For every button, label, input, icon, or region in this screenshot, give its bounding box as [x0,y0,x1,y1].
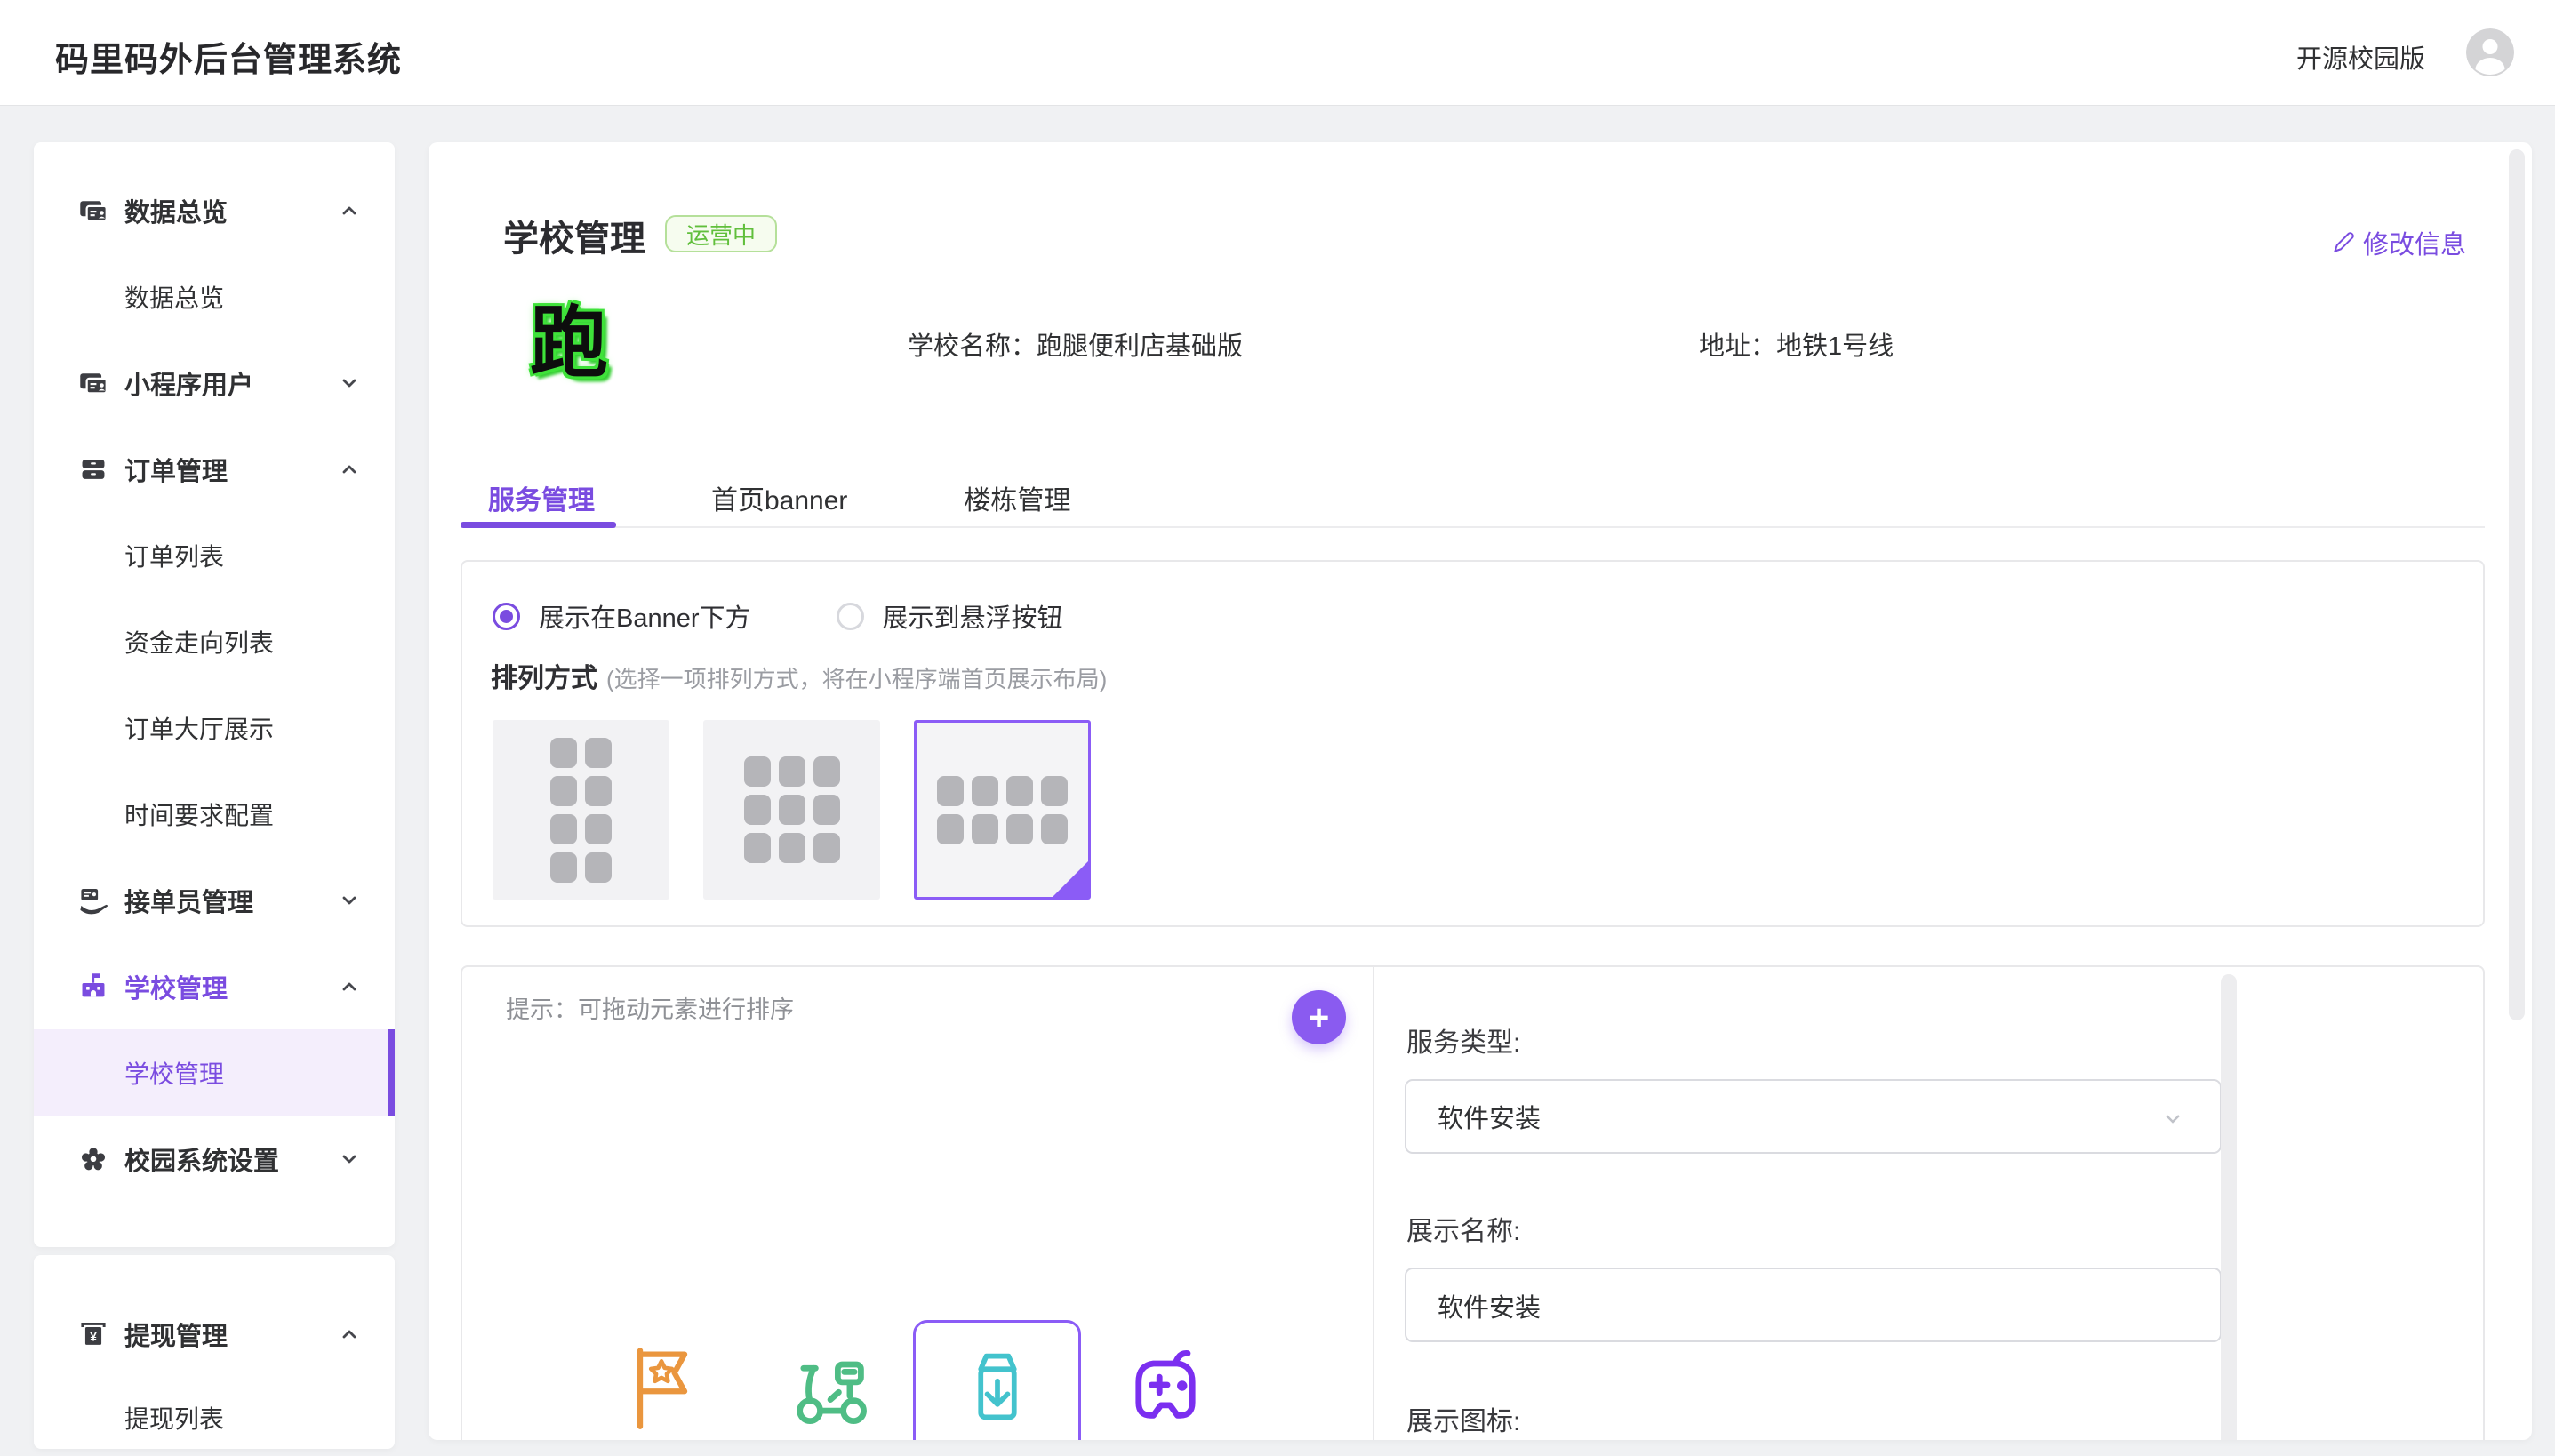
svg-text:¥: ¥ [90,1330,97,1343]
sidebar-item-fund-flow-list[interactable]: 资金走向列表 [34,598,395,684]
add-service-button[interactable]: + [1292,990,1346,1044]
chevron-down-icon[interactable] [338,372,361,395]
form-scrollbar-thumb[interactable] [2221,974,2237,1440]
sidebar-card-main: 数据总览数据总览小程序用户订单管理订单列表资金走向列表订单大厅展示时间要求配置接… [34,142,395,1247]
service-item-delivery-scooter[interactable] [745,1320,913,1440]
arrange-mode-line: 排列方式(选择一项排列方式，将在小程序端首页展示布局) [491,656,1107,695]
status-badge: 运营中 [665,215,777,252]
flag-icon [617,1341,706,1430]
layout-option-4x2[interactable] [914,720,1091,900]
display-name-label: 展示名称: [1406,1209,1520,1248]
chevron-up-icon[interactable] [338,1323,361,1346]
tab-bar-border [461,526,2485,528]
sidebar-item-label: 订单管理 [124,451,228,488]
school-logo: 跑 [525,299,613,388]
sidebar-item-label: 学校管理 [124,1055,224,1091]
layout-grid-preview [937,776,1068,844]
edition-label: 开源校园版 [2296,38,2425,76]
service-item-software-install[interactable] [913,1320,1081,1440]
controller-icon [1121,1341,1210,1430]
sidebar-item-label: 订单大厅展示 [124,710,274,746]
layout-grid-preview [744,756,840,863]
tab-service-management[interactable]: 服务管理 [461,469,622,526]
tab-building-management[interactable]: 楼栋管理 [936,469,1098,526]
card-user-icon [78,196,108,226]
layout-option-2x4[interactable] [493,720,669,900]
school-address: 地址：地铁1号线 [1699,325,1894,363]
chevron-down-icon[interactable] [338,1148,361,1171]
sidebar-item-label: 学校管理 [124,968,228,1005]
sidebar-item-school-management[interactable]: 学校管理 [34,943,395,1029]
edit-info-link[interactable]: 修改信息 [2331,224,2466,261]
sidebar-item-courier-management[interactable]: 接单员管理 [34,857,395,943]
chevron-up-icon[interactable] [338,975,361,998]
active-tab-underline [461,522,616,528]
sidebar-card-withdraw: ¥ 提现管理提现列表 [34,1255,395,1449]
settings-icon [78,1144,108,1174]
chevron-down-icon [2159,1105,2186,1132]
sidebar-item-label: 校园系统设置 [124,1140,279,1178]
school-name: 学校名称：跑腿便利店基础版 [908,325,1243,363]
chevron-down-icon[interactable] [338,889,361,912]
sidebar-item-campus-system-settings[interactable]: 校园系统设置 [34,1116,395,1202]
box-download-icon [953,1341,1042,1430]
service-items-row [577,1320,1249,1440]
sidebar-item-school-management-page[interactable]: 学校管理 [34,1029,395,1116]
school-icon [78,972,108,1002]
sidebar-item-order-hall-display[interactable]: 订单大厅展示 [34,684,395,771]
sidebar-item-time-requirement-config[interactable]: 时间要求配置 [34,771,395,857]
service-sort-panel: 提示：可拖动元素进行排序 + 服务类型: 软件安装 展示名称: 展示图标: [461,965,2485,1440]
card-user-icon [78,368,108,398]
sidebar-item-order-list[interactable]: 订单列表 [34,512,395,598]
service-type-select[interactable]: 软件安装 [1405,1079,2222,1154]
sidebar-item-label: 时间要求配置 [124,796,274,832]
radio-floating-button[interactable] [837,603,864,630]
display-icon-label: 展示图标: [1406,1399,1520,1438]
sidebar-item-label: 数据总览 [124,279,224,315]
panel-divider [1373,967,1374,1440]
page-title: 学校管理 [503,210,645,261]
user-avatar-icon[interactable] [2466,28,2514,76]
orders-icon [78,454,108,484]
chevron-up-icon[interactable] [338,199,361,222]
tab-home-banner[interactable]: 首页banner [684,469,875,526]
tab-bar: 服务管理 首页banner 楼栋管理 [461,469,1159,526]
sidebar-item-data-overview[interactable]: 数据总览 [34,167,395,253]
content-scrollbar-thumb[interactable] [2509,149,2525,1020]
radio-banner-below[interactable] [493,603,520,630]
sidebar-item-withdraw-management[interactable]: ¥ 提现管理 [34,1292,395,1376]
sidebar-item-label: 小程序用户 [124,364,253,402]
withdraw-icon: ¥ [78,1319,108,1349]
display-position-radio-group: 展示在Banner下方 展示到悬浮按钮 [493,597,1063,635]
sidebar-item-withdraw-list[interactable]: 提现列表 [34,1376,395,1449]
sidebar-item-label: 资金走向列表 [124,624,274,660]
sidebar-item-data-overview-detail[interactable]: 数据总览 [34,253,395,340]
sidebar-item-label: 数据总览 [124,192,228,229]
top-bar: 码里码外后台管理系统 开源校园版 [0,0,2555,105]
display-name-field [1405,1268,2222,1342]
layout-options [493,720,1091,900]
sidebar-item-label: 提现列表 [124,1400,224,1436]
drag-hint: 提示：可拖动元素进行排序 [506,990,794,1025]
layout-grid-preview [550,738,612,883]
sidebar-item-mini-program-users[interactable]: 小程序用户 [34,340,395,426]
radio-floating-button-label[interactable]: 展示到悬浮按钮 [883,597,1063,635]
service-type-label: 服务类型: [1406,1020,1520,1060]
app-title: 码里码外后台管理系统 [55,32,402,81]
radio-banner-below-label[interactable]: 展示在Banner下方 [539,597,751,635]
pencil-icon [2331,230,2356,255]
sidebar-item-order-management[interactable]: 订单管理 [34,426,395,512]
service-item-game[interactable] [1081,1320,1249,1440]
sidebar-item-label: 接单员管理 [124,882,253,919]
sidebar-item-label: 订单列表 [124,538,224,573]
courier-icon [78,885,108,916]
scooter-icon [785,1341,874,1430]
display-name-input[interactable] [1406,1269,2188,1342]
sidebar-item-label: 提现管理 [124,1316,228,1353]
content-card: 学校管理 运营中 修改信息 跑 学校名称：跑腿便利店基础版 地址：地铁1号线 服… [429,142,2532,1440]
layout-option-3x3[interactable] [703,720,880,900]
chevron-up-icon[interactable] [338,458,361,481]
service-item-flag[interactable] [577,1320,745,1440]
display-settings-panel: 展示在Banner下方 展示到悬浮按钮 排列方式(选择一项排列方式，将在小程序端… [461,560,2485,927]
